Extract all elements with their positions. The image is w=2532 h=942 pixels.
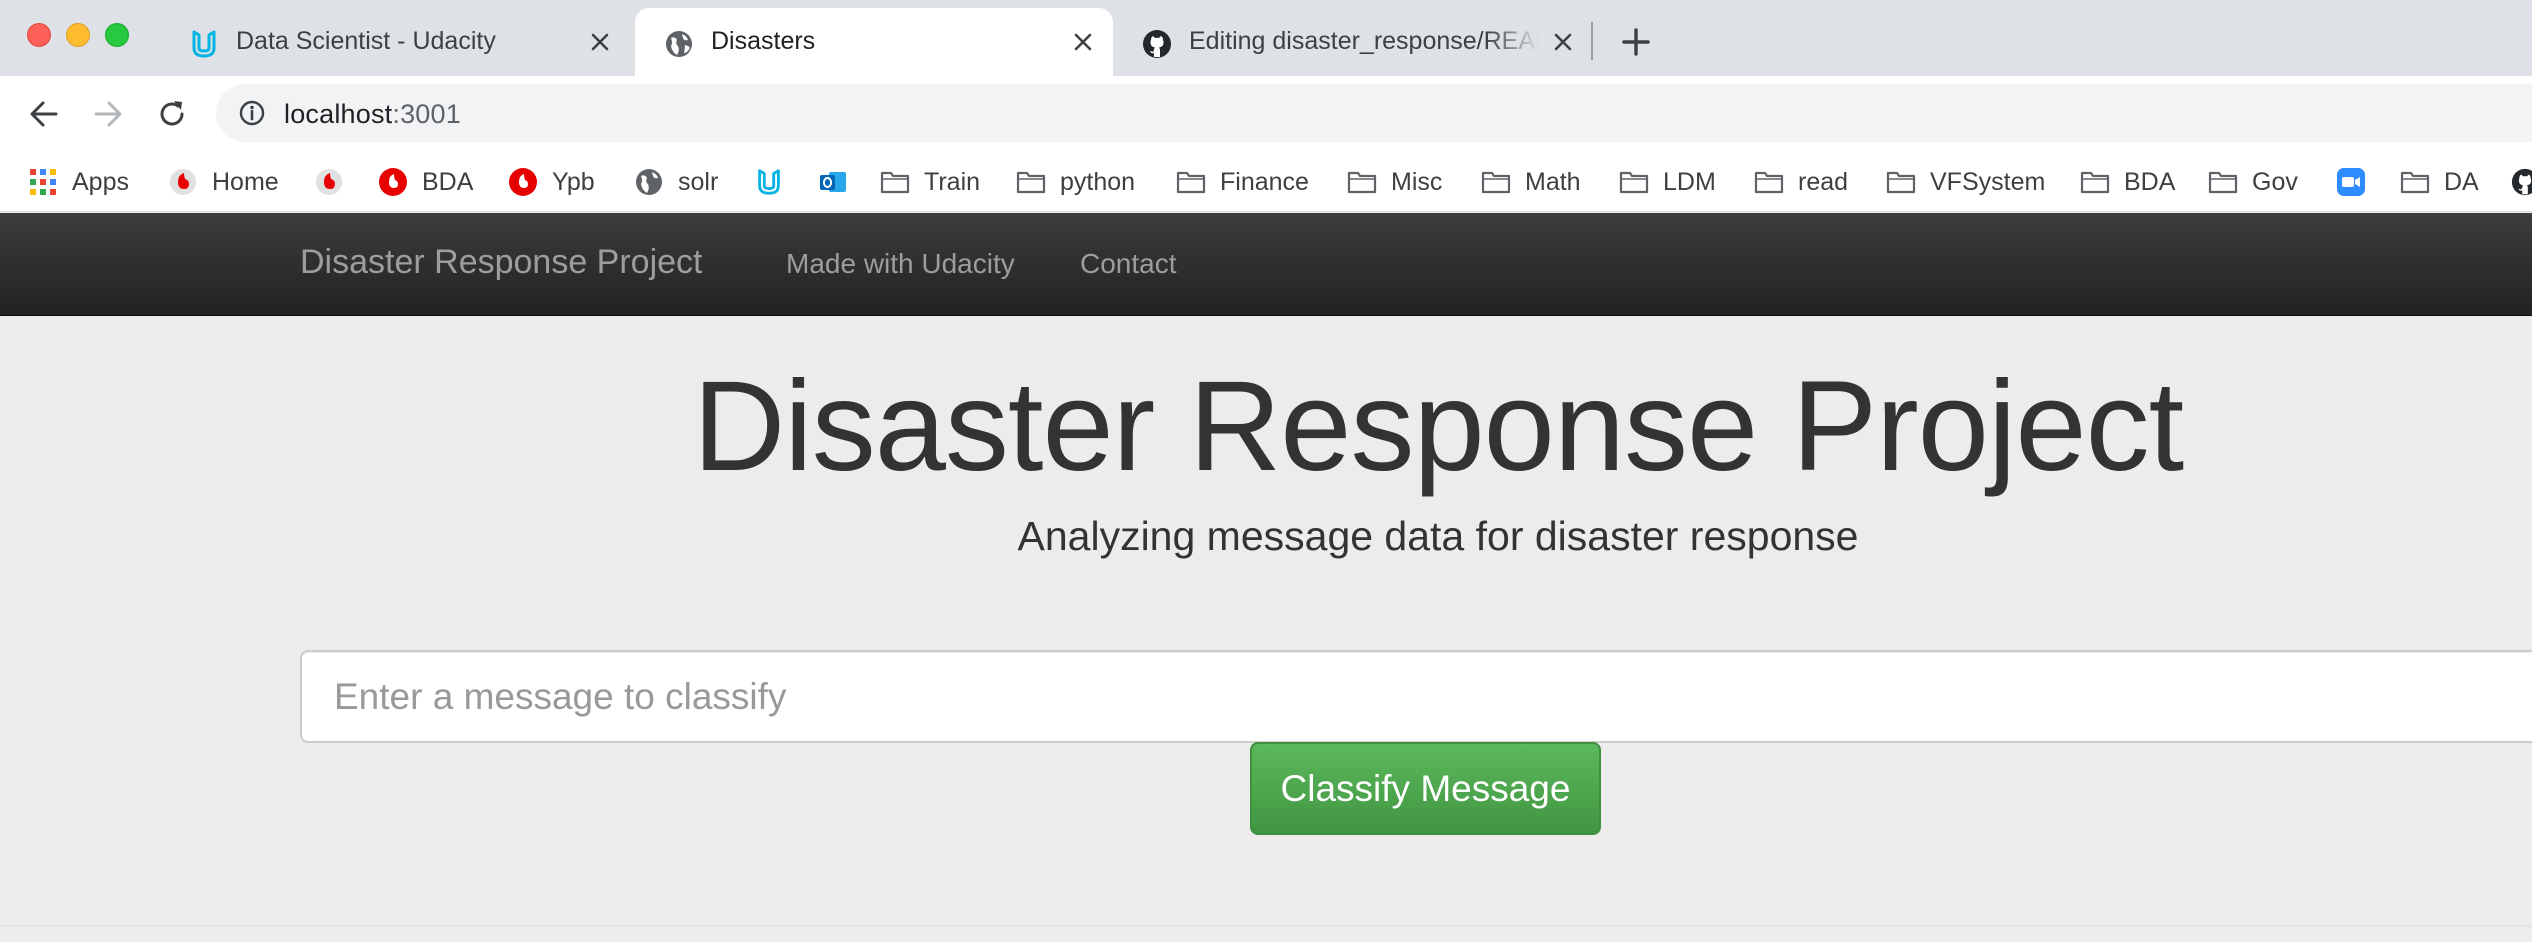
bookmark-folder-train[interactable]: Train [880,162,980,202]
bookmark-zoom[interactable] [2336,162,2380,202]
bookmark-label: DA [2444,167,2479,196]
bookmark-label: Misc [1391,167,1443,196]
vodafone-icon [316,169,342,195]
page-subtitle: Analyzing message data for disaster resp… [1017,513,1859,559]
bookmark-folder-ldm[interactable]: LDM [1619,162,1716,202]
bookmark-label: Ypb [552,167,595,196]
tab-title: Disasters [711,27,816,55]
tab-separator [1591,22,1593,60]
zoom-icon [2337,168,2365,196]
bookmark-folder-misc[interactable]: Misc [1347,162,1442,202]
bookmark-label: Apps [72,167,129,196]
page-title: Disaster Response Project [692,355,2184,498]
folder-icon [2080,171,2110,194]
nav-link-made-with-udacity[interactable]: Made with Udacity [786,248,1015,280]
folder-icon [1754,171,1784,194]
forward-arrow-icon[interactable] [88,94,128,134]
site-navbar: Disaster Response Project Made with Udac… [0,213,2532,316]
bookmark-label: BDA [422,167,474,196]
new-tab-icon[interactable] [1616,22,1656,62]
github-icon [1143,30,1171,58]
bookmark-label: python [1060,167,1136,196]
globe-icon [636,169,662,195]
folder-icon [1481,171,1511,194]
udacity-icon [758,169,780,195]
folder-icon [2208,171,2238,194]
bookmark-label: Train [924,167,981,196]
bookmark-label: BDA [2124,167,2176,196]
bookmark-label: VFSystem [1930,167,2046,196]
folder-icon [2400,171,2430,194]
bookmark-folder-bda[interactable]: BDA [2080,162,2175,202]
tab-strip: Data Scientist - Udacity Disasters Editi… [0,0,2532,76]
address-bar[interactable]: localhost:3001 [216,84,2532,142]
bookmark-folder-python[interactable]: python [1016,162,1135,202]
close-window-button[interactable] [27,23,51,47]
bookmark-folder-vfsystem[interactable]: VFSystem [1886,162,2045,202]
folder-icon [1347,171,1377,194]
back-arrow-icon[interactable] [24,94,64,134]
url-host: localhost [284,99,393,129]
url-port: :3001 [392,99,461,129]
content-divider [0,925,2532,927]
message-input[interactable] [300,650,2532,743]
bookmark-folder-da[interactable]: DA [2400,162,2479,202]
bookmark-label: LDM [1663,167,1716,196]
web-page: Disaster Response Project Made with Udac… [0,213,2532,942]
close-icon[interactable] [1071,30,1095,54]
info-icon[interactable] [238,99,266,127]
bookmark-home[interactable]: Home [168,162,279,202]
bookmark-bda[interactable]: BDA [378,162,473,202]
github-icon [2511,168,2532,196]
close-icon[interactable] [588,30,612,54]
tab-title: Data Scientist - Udacity [236,27,496,55]
bookmarks-bar: Apps Home BDA Ypb solr Train python Fina… [0,152,2532,212]
bookmark-github[interactable] [2510,162,2532,202]
bookmark-outlook[interactable] [818,162,862,202]
tab-disasters[interactable]: Disasters [635,8,1113,76]
reload-icon[interactable] [152,94,192,134]
vodafone-icon [379,168,407,196]
bookmark-folder-gov[interactable]: Gov [2208,162,2298,202]
maximize-window-button[interactable] [105,23,129,47]
tab-title: Editing disaster_response/README.md [1189,27,1539,55]
bookmark-apps[interactable]: Apps [28,162,129,202]
vodafone-icon [509,168,537,196]
minimize-window-button[interactable] [66,23,90,47]
vodafone-icon [170,169,196,195]
globe-icon [666,31,692,57]
bookmark-label: Math [1525,167,1581,196]
browser-toolbar: localhost:3001 [0,76,2532,152]
bookmark-folder-finance[interactable]: Finance [1176,162,1309,202]
bookmark-solr[interactable]: solr [634,162,718,202]
bookmark-label: Finance [1220,167,1309,196]
bookmark-folder-read[interactable]: read [1754,162,1848,202]
bookmark-label: Gov [2252,167,2298,196]
bookmark-label: solr [678,167,719,196]
bookmark-vodafone[interactable] [314,162,358,202]
classify-message-button[interactable]: Classify Message [1250,742,1601,835]
close-icon[interactable] [1551,30,1575,54]
folder-icon [1176,171,1206,194]
bookmark-ypb[interactable]: Ypb [508,162,595,202]
bookmark-udacity[interactable] [754,162,798,202]
apps-grid-icon [30,169,56,195]
tab-github-editing[interactable]: Editing disaster_response/README.md [1113,8,1593,76]
nav-link-contact[interactable]: Contact [1080,248,1177,280]
url-text: localhost:3001 [284,99,461,130]
tab-udacity[interactable]: Data Scientist - Udacity [160,8,630,76]
folder-icon [1619,171,1649,194]
folder-icon [1886,171,1916,194]
bookmark-label: Home [212,167,279,196]
navbar-brand-link[interactable]: Disaster Response Project [300,243,703,282]
bookmark-label: read [1798,167,1849,196]
folder-icon [880,171,910,194]
udacity-icon [192,30,216,58]
bookmark-folder-math[interactable]: Math [1481,162,1581,202]
outlook-icon [820,172,846,192]
folder-icon [1016,171,1046,194]
